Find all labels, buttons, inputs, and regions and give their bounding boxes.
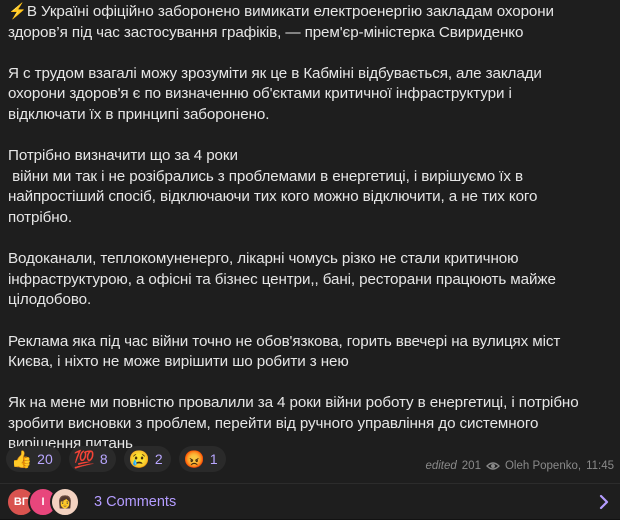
comments-label: 3 Comments (94, 494, 177, 510)
paragraph-2: Я с трудом взагалі можу зрозуміти як це … (8, 64, 542, 123)
reaction-count: 2 (154, 451, 163, 467)
avatar: 👩 (50, 487, 80, 517)
view-count: 201 (461, 460, 481, 472)
paragraph-4: Водоканали, теплокомуненерго, лікарні чо… (8, 250, 556, 309)
eye-icon (486, 462, 500, 470)
channel-post: ⚡В Україні офіційно заборонено вимикати … (0, 0, 620, 519)
reactions-bar: 👍 20 💯 8 😢 2 😡 1 (6, 446, 226, 472)
author-name: Oleh Popenko, (504, 460, 582, 472)
commenter-avatars: ВГ І 👩 (6, 487, 80, 517)
hundred-points-icon: 💯 (73, 449, 95, 469)
reaction-count: 1 (209, 451, 218, 467)
post-time: 11:45 (586, 460, 614, 472)
post-text: ⚡В Україні офіційно заборонено вимикати … (8, 2, 608, 476)
thumbs-up-icon: 👍 (11, 449, 33, 469)
comments-button[interactable]: ВГ І 👩 3 Comments (0, 483, 620, 520)
paragraph-3: Потрібно визначити що за 4 роки війни ми… (8, 147, 538, 226)
reaction-thumbs-up[interactable]: 👍 20 (6, 446, 61, 472)
reaction-count: 8 (99, 451, 108, 467)
reaction-angry[interactable]: 😡 1 (178, 446, 226, 472)
paragraph-1: ⚡В Україні офіційно заборонено вимикати … (8, 3, 554, 41)
edited-label: edited (425, 460, 457, 472)
reaction-hundred[interactable]: 💯 8 (68, 446, 116, 472)
post-meta: edited 201 Oleh Popenko, 11:45 (425, 460, 614, 472)
crying-face-icon: 😢 (128, 449, 150, 469)
reaction-crying[interactable]: 😢 2 (123, 446, 171, 472)
lightning-icon: ⚡ (8, 3, 27, 20)
chevron-right-icon (599, 494, 609, 510)
reaction-count: 20 (37, 451, 53, 467)
paragraph-5: Реклама яка під час війни точно не обов'… (8, 332, 561, 371)
angry-face-icon: 😡 (183, 449, 205, 469)
